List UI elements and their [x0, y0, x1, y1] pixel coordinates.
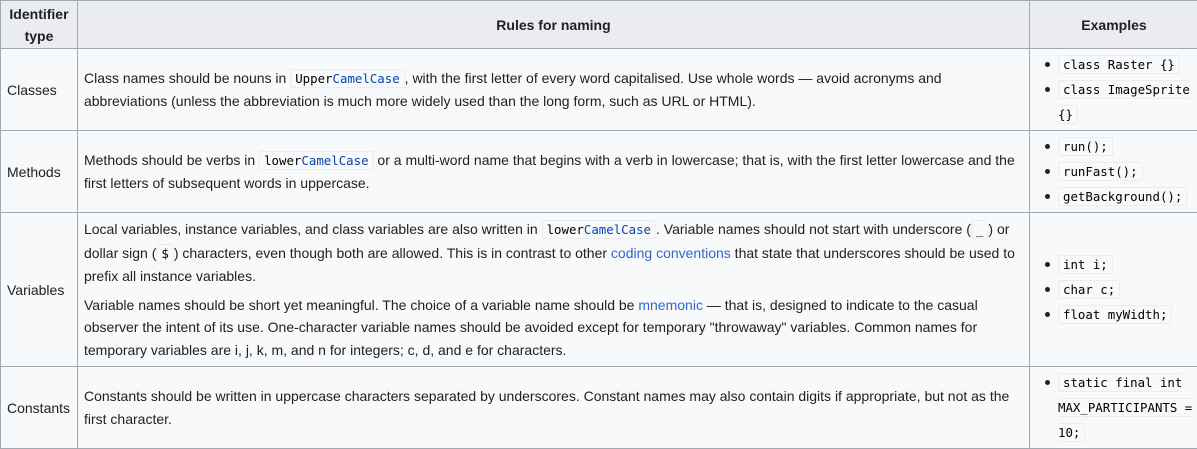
code-snippet: lowerCamelCase [259, 151, 373, 170]
bullet-icon [1045, 169, 1050, 174]
table-row-variables: Variables Local variables, instance vari… [1, 213, 1197, 367]
code-snippet: lowerCamelCase [542, 220, 656, 239]
coding-conventions-link[interactable]: coding conventions [611, 245, 731, 261]
type-cell: Constants [1, 367, 78, 449]
header-examples: Examples [1029, 1, 1197, 49]
rule-text: Methods should be verbs in [84, 152, 259, 168]
bullet-icon [1045, 312, 1050, 317]
table-row-classes: Classes Class names should be nouns in U… [1, 49, 1197, 131]
type-cell: Variables [1, 213, 78, 367]
rule-paragraph: Variable names should be short yet meani… [84, 294, 1023, 362]
list-item: class ImageSprite {} [1038, 77, 1197, 127]
examples-cell: int i; char c; float myWidth; [1029, 213, 1197, 367]
header-identifier-type: Identifier type [1, 1, 78, 49]
list-item: int i; [1038, 252, 1197, 277]
table-row-constants: Constants Constants should be written in… [1, 367, 1197, 449]
example-code: run(); [1058, 137, 1113, 156]
mnemonic-link[interactable]: mnemonic [638, 297, 703, 313]
rule-paragraph: Local variables, instance variables, and… [84, 218, 1023, 288]
rule-cell: Local variables, instance variables, and… [77, 213, 1029, 367]
header-row: Identifier type Rules for naming Example… [1, 1, 1197, 49]
example-code: int i; [1058, 255, 1113, 274]
rule-cell: Constants should be written in uppercase… [77, 367, 1029, 449]
list-item: getBackground(); [1038, 184, 1197, 209]
example-code: class Raster {} [1058, 55, 1180, 74]
list-item: runFast(); [1038, 159, 1197, 184]
type-cell: Methods [1, 131, 78, 213]
bullet-icon [1045, 262, 1050, 267]
bullet-icon [1045, 287, 1050, 292]
examples-cell: class Raster {} class ImageSprite {} [1029, 49, 1197, 131]
list-item: run(); [1038, 134, 1197, 159]
list-item: float myWidth; [1038, 302, 1197, 327]
example-code: getBackground(); [1058, 187, 1187, 206]
examples-cell: static final int MAX_PARTICIPANTS = 10; [1029, 367, 1197, 449]
list-item: class Raster {} [1038, 52, 1197, 77]
bullet-icon [1045, 144, 1050, 149]
bullet-icon [1045, 87, 1050, 92]
type-cell: Classes [1, 49, 78, 131]
example-code: class ImageSprite {} [1058, 80, 1190, 124]
naming-conventions-table: Identifier type Rules for naming Example… [0, 0, 1197, 449]
rule-cell: Methods should be verbs in lowerCamelCas… [77, 131, 1029, 213]
bullet-icon [1045, 62, 1050, 67]
code-snippet: UpperCamelCase [290, 69, 404, 88]
rule-cell: Class names should be nouns in UpperCame… [77, 49, 1029, 131]
example-code: runFast(); [1058, 162, 1143, 181]
list-item: static final int MAX_PARTICIPANTS = 10; [1038, 370, 1197, 445]
example-code: static final int MAX_PARTICIPANTS = 10; [1058, 373, 1192, 442]
header-rules: Rules for naming [77, 1, 1029, 49]
example-code: float myWidth; [1058, 305, 1172, 324]
rule-text: Class names should be nouns in [84, 70, 290, 86]
list-item: char c; [1038, 277, 1197, 302]
dollar-code: $ [156, 244, 173, 263]
bullet-icon [1045, 380, 1050, 385]
bullet-icon [1045, 194, 1050, 199]
underscore-code: _ [971, 220, 988, 239]
example-code: char c; [1058, 280, 1120, 299]
examples-cell: run(); runFast(); getBackground(); [1029, 131, 1197, 213]
table-row-methods: Methods Methods should be verbs in lower… [1, 131, 1197, 213]
